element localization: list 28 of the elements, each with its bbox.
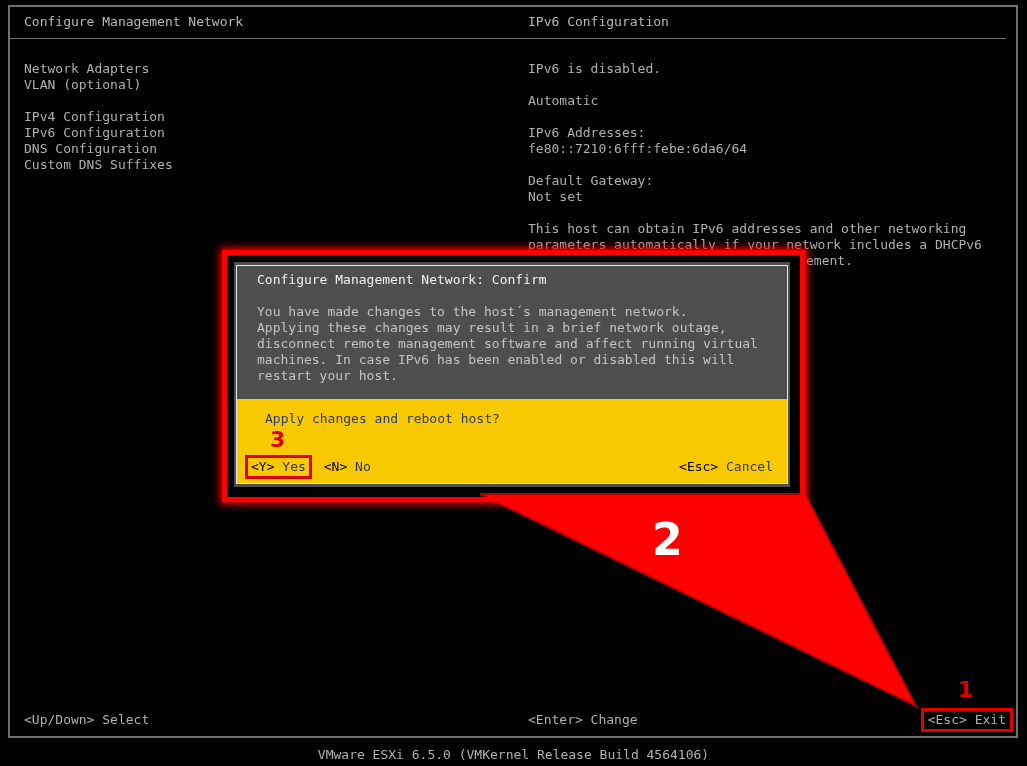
- panel-title: IPv6 Configuration: [527, 14, 669, 31]
- dialog-button[interactable]: <Y> Yes: [245, 455, 312, 479]
- key-hint: <Enter> Change: [527, 711, 639, 729]
- menu-item[interactable]: Network Adapters: [24, 61, 150, 77]
- menu-item[interactable]: DNS Configuration: [24, 141, 158, 157]
- dialog-button[interactable]: <N> No: [317, 455, 377, 479]
- menu-item[interactable]: IPv4 Configuration: [24, 109, 165, 125]
- dialog-message: You have made changes to the host´s management network. Applying these changes may result in a brief network outage, disconnect remote management software and affect running virtual machines. In case IPv6 has been enabled or disabled this will restart your host.: [257, 304, 758, 384]
- info-text: Automatic: [528, 93, 599, 109]
- info-text: IPv6 is disabled.: [528, 61, 662, 77]
- key-hint: <Up/Down> Select: [23, 711, 151, 729]
- info-text: fe80::7210:6fff:febe:6da6/64: [528, 141, 748, 157]
- dialog-question: Apply changes and reboot host?: [265, 411, 500, 427]
- menu-item[interactable]: Custom DNS Suffixes: [24, 157, 173, 173]
- info-text: Default Gateway:: [528, 173, 654, 189]
- version-text: VMware ESXi 6.5.0 (VMKernel Release Build 4564106): [317, 747, 710, 762]
- menu-item[interactable]: VLAN (optional): [24, 77, 142, 93]
- key-hint: <Esc> Exit: [920, 708, 1013, 732]
- info-text: IPv6 Addresses:: [528, 125, 646, 141]
- panel-title: Configure Management Network: [23, 14, 244, 31]
- menu-item[interactable]: IPv6 Configuration: [24, 125, 165, 141]
- dialog-title: Configure Management Network: Confirm: [257, 272, 547, 288]
- info-text: Not set: [528, 189, 583, 205]
- callout-number: 3: [270, 428, 286, 452]
- callout-number: 2: [652, 516, 683, 564]
- callout-number: 1: [958, 678, 974, 702]
- info-text: This host can obtain IPv6 addresses and other networking: [528, 221, 967, 237]
- dialog-button[interactable]: <Esc> Cancel: [673, 455, 779, 479]
